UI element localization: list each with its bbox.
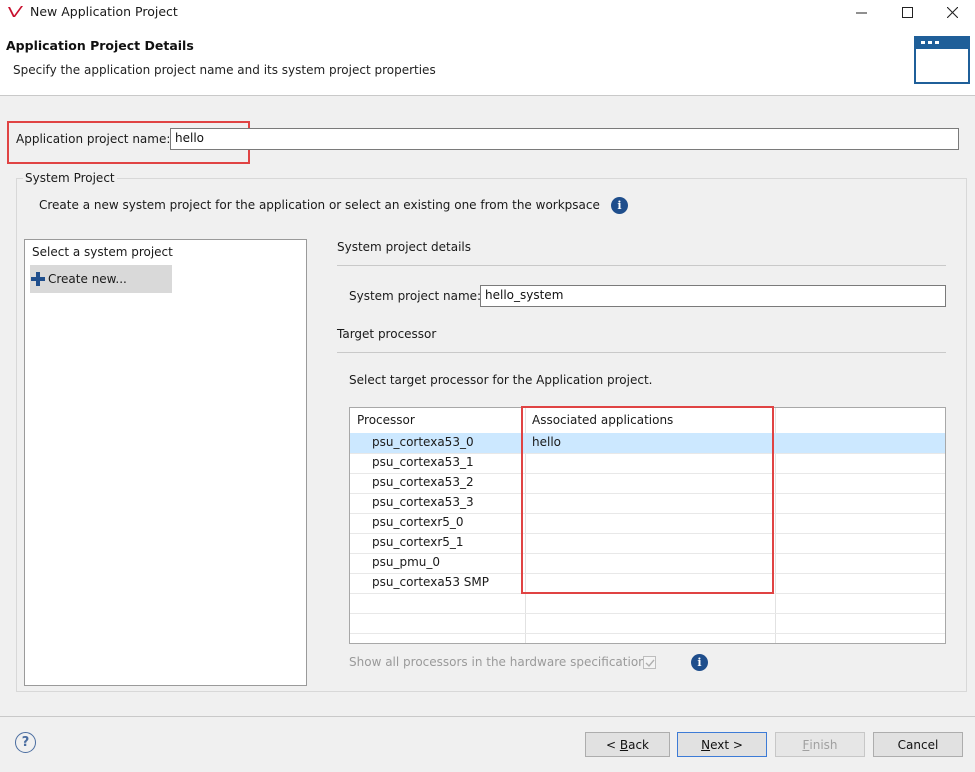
row-divider [350, 633, 945, 634]
back-button[interactable]: < Back [585, 732, 670, 757]
table-row-processor[interactable]: psu_pmu_0 [372, 555, 440, 569]
system-project-name-input[interactable]: hello_system [480, 285, 946, 307]
finish-mnemonic: F [802, 737, 810, 752]
table-row-processor[interactable]: psu_cortexa53_2 [372, 475, 474, 489]
info-icon[interactable]: i [691, 654, 708, 671]
system-project-list-header: Select a system project [32, 245, 173, 259]
show-all-processors-checkbox[interactable] [643, 656, 656, 669]
window-title: New Application Project [30, 4, 178, 19]
table-row-processor[interactable]: psu_cortexr5_0 [372, 515, 464, 529]
help-icon[interactable]: ? [15, 732, 36, 753]
back-prefix: < [605, 737, 620, 752]
target-separator [337, 352, 946, 353]
back-label: ack [628, 737, 649, 752]
row-divider [350, 613, 945, 614]
close-button[interactable] [929, 0, 975, 24]
table-row-processor[interactable]: psu_cortexr5_1 [372, 535, 464, 549]
xilinx-logo-icon [8, 6, 23, 17]
close-icon [946, 6, 958, 18]
system-project-details-title: System project details [337, 240, 472, 254]
window-icon [914, 36, 970, 84]
system-project-name-label: System project name: [349, 289, 482, 303]
minimize-icon [855, 12, 867, 13]
finish-label: inish [809, 737, 838, 752]
cancel-button[interactable]: Cancel [873, 732, 963, 757]
table-row-processor[interactable]: psu_cortexa53_3 [372, 495, 474, 509]
system-project-list[interactable] [24, 239, 307, 686]
maximize-button[interactable] [884, 0, 930, 24]
app-project-name-label: Application project name: [16, 132, 171, 146]
system-project-description: Create a new system project for the appl… [39, 198, 600, 212]
page-title: Application Project Details [6, 38, 194, 53]
system-project-group-title: System Project [23, 171, 117, 185]
table-row-processor[interactable]: psu_cortexa53 SMP [372, 575, 489, 589]
target-processor-instruction: Select target processor for the Applicat… [349, 373, 653, 387]
details-separator [337, 265, 946, 266]
table-row-processor[interactable]: psu_cortexa53_0 [372, 435, 474, 449]
next-mnemonic: N [701, 737, 711, 752]
show-all-processors-label: Show all processors in the hardware spec… [349, 655, 646, 669]
highlight-associated-applications [521, 406, 774, 594]
column-header-processor[interactable]: Processor [357, 413, 415, 427]
table-row-processor[interactable]: psu_cortexa53_1 [372, 455, 474, 469]
target-processor-title: Target processor [337, 327, 437, 341]
button-bar-separator [0, 716, 975, 717]
checkmark-icon [645, 659, 655, 667]
plus-icon [31, 272, 45, 286]
wizard-header: Application Project Details Specify the … [0, 26, 975, 96]
minimize-button[interactable] [838, 0, 884, 24]
page-description: Specify the application project name and… [13, 63, 436, 77]
finish-button[interactable]: Finish [775, 732, 865, 757]
create-new-label: Create new... [48, 272, 127, 286]
app-project-name-input[interactable]: hello [170, 128, 959, 150]
next-label: ext > [710, 737, 743, 752]
maximize-icon [901, 6, 913, 18]
next-button[interactable]: Next > [677, 732, 767, 757]
info-icon[interactable]: i [611, 197, 628, 214]
back-mnemonic: B [619, 737, 629, 752]
